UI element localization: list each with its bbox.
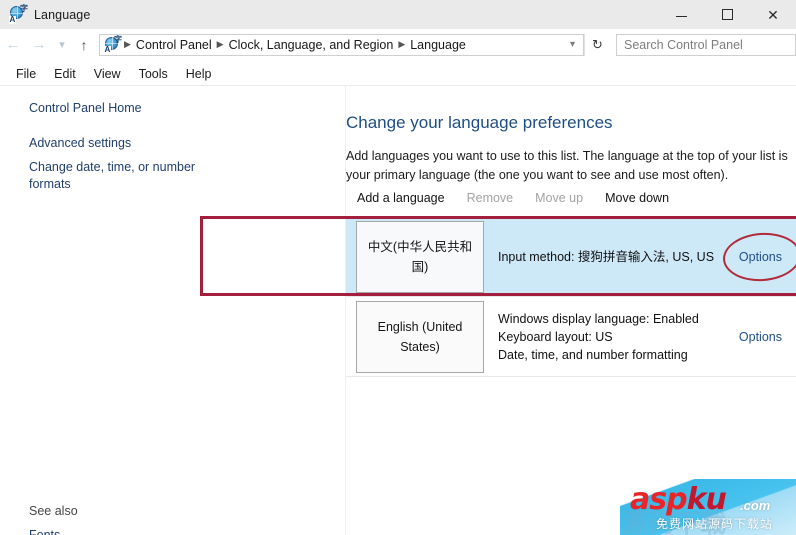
watermark-tagline: 免费网站源码下载站 <box>656 517 774 531</box>
control-panel-language-window: A 字 Language ✕ ← → ▾ ↑ A 字 ▶ Control Pan… <box>0 0 796 535</box>
watermark-brand-ku: ku <box>686 482 727 517</box>
move-down-button[interactable]: Move down <box>594 188 680 208</box>
forward-arrow-icon: → <box>31 36 47 53</box>
breadcrumb-separator: ▶ <box>398 39 406 49</box>
options-link-english[interactable]: Options <box>739 330 782 344</box>
close-button[interactable]: ✕ <box>750 0 796 29</box>
watermark: 源码下载 aspku .com 免费网站源码下载站 <box>620 479 796 535</box>
language-globe-icon: A 字 <box>9 4 28 24</box>
breadcrumb-control-panel[interactable]: Control Panel <box>133 38 215 52</box>
table-row[interactable]: English (United States) Windows display … <box>346 297 796 377</box>
page-title: Change your language preferences <box>346 113 613 133</box>
forward-button[interactable]: → <box>26 32 52 58</box>
title-bar: A 字 Language ✕ <box>0 0 796 29</box>
up-one-level-button[interactable]: ↑ <box>72 32 96 58</box>
language-list: 中文(中华人民共和国) Input method: 搜狗拼音输入法, US, U… <box>346 217 796 377</box>
watermark-brand: aspku <box>630 482 727 517</box>
language-detail-line: Keyboard layout: US <box>498 330 613 344</box>
recent-locations-button[interactable]: ▾ <box>52 32 72 58</box>
language-detail-line: Date, time, and number formatting <box>498 348 688 362</box>
options-link-chinese[interactable]: Options <box>739 250 782 264</box>
sidebar-item-control-panel-home[interactable]: Control Panel Home <box>29 100 142 117</box>
up-arrow-icon: ↑ <box>80 36 88 53</box>
language-detail-chinese: Input method: 搜狗拼音输入法, US, US <box>498 248 739 266</box>
remove-button: Remove <box>466 191 514 205</box>
recent-locations-chevron-icon: ▾ <box>59 39 65 51</box>
maximize-button[interactable] <box>704 0 750 29</box>
maximize-icon <box>721 9 733 20</box>
language-name-chinese: 中文(中华人民共和国) <box>356 221 484 293</box>
language-detail-line: Input method: 搜狗拼音输入法, US, US <box>498 250 715 264</box>
sidebar-item-fonts[interactable]: Fonts <box>29 527 60 535</box>
table-row[interactable]: 中文(中华人民共和国) Input method: 搜狗拼音输入法, US, U… <box>346 217 796 297</box>
language-detail-english: Windows display language: Enabled Keyboa… <box>498 310 739 364</box>
window-controls: ✕ <box>658 0 796 29</box>
breadcrumb-language[interactable]: Language <box>407 38 469 52</box>
menu-item-help[interactable]: Help <box>177 65 221 83</box>
watermark-domain: .com <box>740 498 771 513</box>
menu-bar: File Edit View Tools Help <box>0 62 796 85</box>
move-up-button: Move up <box>535 191 584 205</box>
close-icon: ✕ <box>767 6 779 23</box>
sidebar-item-advanced-settings[interactable]: Advanced settings <box>29 135 131 152</box>
breadcrumb-bar[interactable]: A 字 ▶ Control Panel ▶ Clock, Language, a… <box>99 33 584 56</box>
search-input[interactable] <box>617 36 795 53</box>
language-name-english: English (United States) <box>356 301 484 373</box>
language-detail-line: Windows display language: Enabled <box>498 312 699 326</box>
add-a-language-button[interactable]: Add a language <box>346 188 456 208</box>
search-box[interactable] <box>616 33 796 56</box>
menu-item-file[interactable]: File <box>7 65 45 83</box>
menu-item-view[interactable]: View <box>85 65 130 83</box>
back-button[interactable]: ← <box>0 32 26 58</box>
main-content: Change your language preferences Add lan… <box>346 86 796 535</box>
breadcrumb-separator: ▶ <box>216 39 224 49</box>
minimize-icon <box>675 16 687 17</box>
window-title: Language <box>34 7 91 22</box>
watermark-brand-asp: asp <box>630 482 688 517</box>
menu-item-tools[interactable]: Tools <box>130 65 177 83</box>
refresh-button[interactable]: ↻ <box>584 33 610 56</box>
chevron-down-icon[interactable]: ▾ <box>564 39 583 50</box>
sidebar-see-also-heading: See also <box>29 504 78 518</box>
row-divider <box>346 376 796 377</box>
address-bar: ← → ▾ ↑ A 字 ▶ Control Panel ▶ Clock, Lan… <box>0 29 796 60</box>
control-panel-language-icon: A 字 <box>104 34 122 54</box>
page-description: Add languages you want to use to this li… <box>346 148 788 182</box>
menu-item-edit[interactable]: Edit <box>45 65 85 83</box>
refresh-icon: ↻ <box>592 36 603 52</box>
breadcrumb-separator: ▶ <box>124 39 131 49</box>
navigation-sidebar <box>0 86 345 535</box>
sidebar-item-change-date-time-number-formats[interactable]: Change date, time, or number formats <box>29 159 204 193</box>
breadcrumb-clock-language-region[interactable]: Clock, Language, and Region <box>226 38 397 52</box>
minimize-button[interactable] <box>658 0 704 29</box>
back-arrow-icon: ← <box>5 36 21 53</box>
command-toolbar: Add a language Remove Move up Move down <box>346 185 680 211</box>
